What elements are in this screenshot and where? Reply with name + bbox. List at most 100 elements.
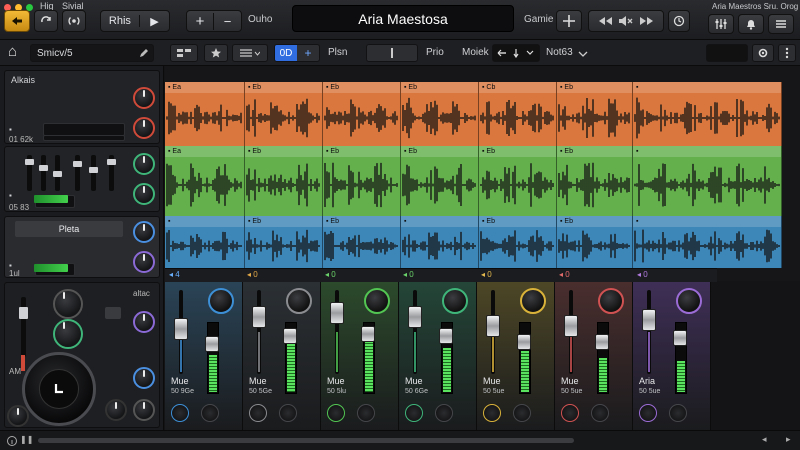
location-field[interactable]: Smicv/5 bbox=[30, 44, 154, 62]
info-icon[interactable] bbox=[6, 435, 18, 447]
record-label-button[interactable]: Rhis bbox=[101, 15, 140, 27]
cycle-button[interactable] bbox=[366, 44, 418, 62]
fader-cap[interactable] bbox=[330, 302, 344, 325]
send-knob-2[interactable] bbox=[133, 183, 155, 205]
zoom-slider[interactable] bbox=[706, 44, 748, 62]
mini-fader-cap[interactable] bbox=[107, 159, 116, 165]
fx-knob-1[interactable] bbox=[133, 311, 155, 333]
label-moiek[interactable]: Moiek bbox=[462, 47, 489, 58]
label-not63[interactable]: Not63 bbox=[546, 47, 573, 58]
mode-label[interactable]: Ouho bbox=[248, 14, 272, 25]
clock-button[interactable] bbox=[668, 10, 690, 32]
tab-view-0d[interactable]: 0D bbox=[275, 45, 297, 61]
pan-knob[interactable] bbox=[364, 288, 390, 314]
mini-fader-cap[interactable] bbox=[25, 159, 34, 165]
pan-knob[interactable] bbox=[598, 288, 624, 314]
track-lane-3[interactable]: ▪ ▪ Eb ▪ Eb ▪ ▪ Eb ▪ Eb ▪ bbox=[165, 216, 782, 268]
monitor-button[interactable] bbox=[357, 404, 375, 422]
monitor-button[interactable] bbox=[591, 404, 609, 422]
monitor-button[interactable] bbox=[279, 404, 297, 422]
fader-cap[interactable] bbox=[174, 317, 188, 340]
fader-cap[interactable] bbox=[486, 314, 500, 337]
audio-clip[interactable]: ▪ Eb bbox=[245, 82, 323, 146]
audio-clip[interactable]: ▪ Eb bbox=[245, 216, 323, 268]
audio-clip[interactable]: ▪ bbox=[165, 216, 245, 268]
bottom-left-arrow-icon[interactable]: ◂ bbox=[762, 434, 767, 445]
notification-button[interactable] bbox=[738, 14, 764, 34]
loop-button[interactable] bbox=[34, 10, 58, 32]
send-fader-cap[interactable] bbox=[673, 330, 687, 346]
fader-cap[interactable] bbox=[564, 314, 578, 337]
strip-header-item[interactable]: ◂ 0 bbox=[325, 270, 336, 279]
audio-clip[interactable]: ▪ Cb bbox=[479, 82, 557, 146]
audio-clip[interactable]: ▪ Eb bbox=[323, 146, 401, 216]
send-fader-cap[interactable] bbox=[595, 334, 609, 350]
drive-knob[interactable] bbox=[53, 289, 83, 319]
jog-wheel-center[interactable] bbox=[39, 369, 79, 409]
channel-fader-mini[interactable] bbox=[19, 297, 28, 357]
bottom-right-arrow-icon[interactable]: ▸ bbox=[786, 434, 791, 445]
track-lane-1[interactable]: ▪ Ea ▪ Eb ▪ Eb ▪ Eb ▪ Cb ▪ Eb ▪ bbox=[165, 82, 782, 146]
audio-clip[interactable]: ▪ Eb bbox=[557, 82, 633, 146]
plus-icon[interactable]: + bbox=[187, 12, 215, 30]
broadcast-button[interactable] bbox=[62, 10, 86, 32]
gain-knob[interactable] bbox=[133, 87, 155, 109]
eq-knob-1[interactable] bbox=[133, 221, 155, 243]
mini-fader-4[interactable] bbox=[73, 155, 82, 191]
panel-menu-button[interactable] bbox=[778, 44, 796, 62]
game-label[interactable]: Gamie bbox=[524, 14, 553, 25]
audio-clip[interactable]: ▪ Eb bbox=[323, 82, 401, 146]
record-arm-button[interactable] bbox=[639, 404, 657, 422]
back-button[interactable] bbox=[4, 10, 30, 32]
audio-clip[interactable]: ▪ bbox=[633, 216, 782, 268]
forward-icon[interactable] bbox=[636, 15, 656, 27]
mini-fader-3[interactable] bbox=[53, 155, 62, 191]
audio-clip[interactable]: ▪ Eb bbox=[557, 146, 633, 216]
audio-clip[interactable]: ▪ Eb bbox=[245, 146, 323, 216]
bottom-pause-icon[interactable]: ❚❚ bbox=[20, 435, 33, 444]
mini-fader-cap[interactable] bbox=[53, 171, 62, 177]
pan-knob[interactable] bbox=[676, 288, 702, 314]
audio-clip[interactable]: ▪ Eb bbox=[479, 216, 557, 268]
fx-knob-5[interactable] bbox=[7, 405, 29, 427]
home-icon[interactable]: ⌂ bbox=[8, 43, 17, 60]
mini-fader-cap[interactable] bbox=[73, 161, 82, 167]
pan-knob[interactable] bbox=[286, 288, 312, 314]
strip-header-item[interactable]: ◂ 0 bbox=[637, 270, 648, 279]
fader-cap[interactable] bbox=[252, 305, 266, 328]
strip-header-item[interactable]: ◂ 0 bbox=[559, 270, 570, 279]
pan-knob[interactable] bbox=[208, 288, 234, 314]
strip-header-item[interactable]: ◂ 4 bbox=[169, 270, 180, 279]
monitor-button[interactable] bbox=[201, 404, 219, 422]
tone-knob[interactable] bbox=[53, 319, 83, 349]
fader-cap[interactable] bbox=[642, 308, 656, 331]
horizontal-scrollbar[interactable] bbox=[38, 438, 574, 443]
record-arm-button[interactable] bbox=[327, 404, 345, 422]
tool-selector[interactable] bbox=[492, 44, 540, 62]
send-fader-cap[interactable] bbox=[517, 334, 531, 350]
audio-clip[interactable]: ▪ bbox=[401, 216, 479, 268]
send-knob-1[interactable] bbox=[133, 153, 155, 175]
add-tab-button[interactable]: + bbox=[297, 46, 319, 60]
chevron-down-icon[interactable] bbox=[578, 50, 588, 58]
audio-clip[interactable]: ▪ Ea bbox=[165, 146, 245, 216]
settings-button[interactable] bbox=[752, 44, 774, 62]
strip-header-item[interactable]: ◂ 0 bbox=[247, 270, 258, 279]
mixer-button[interactable] bbox=[708, 14, 734, 34]
mini-fader-1[interactable] bbox=[25, 155, 34, 191]
move-button[interactable] bbox=[556, 10, 582, 32]
list-button[interactable] bbox=[768, 14, 794, 34]
mini-fader-2[interactable] bbox=[39, 155, 48, 191]
audio-clip[interactable]: ▪ bbox=[633, 82, 782, 146]
track-lane-2[interactable]: ▪ Ea ▪ Eb ▪ Eb ▪ Eb ▪ Eb ▪ Eb ▪ bbox=[165, 146, 782, 216]
mini-fader-cap[interactable] bbox=[89, 167, 98, 173]
send-fader-cap[interactable] bbox=[205, 336, 219, 352]
strip-header-item[interactable]: ◂ 0 bbox=[403, 270, 414, 279]
pan-knob[interactable] bbox=[442, 288, 468, 314]
send-fader-cap[interactable] bbox=[361, 326, 375, 342]
audio-clip[interactable]: ▪ Eb bbox=[479, 146, 557, 216]
record-arm-button[interactable] bbox=[405, 404, 423, 422]
mute-icon[interactable] bbox=[616, 15, 636, 27]
favorite-button[interactable] bbox=[204, 44, 228, 62]
monitor-button[interactable] bbox=[513, 404, 531, 422]
